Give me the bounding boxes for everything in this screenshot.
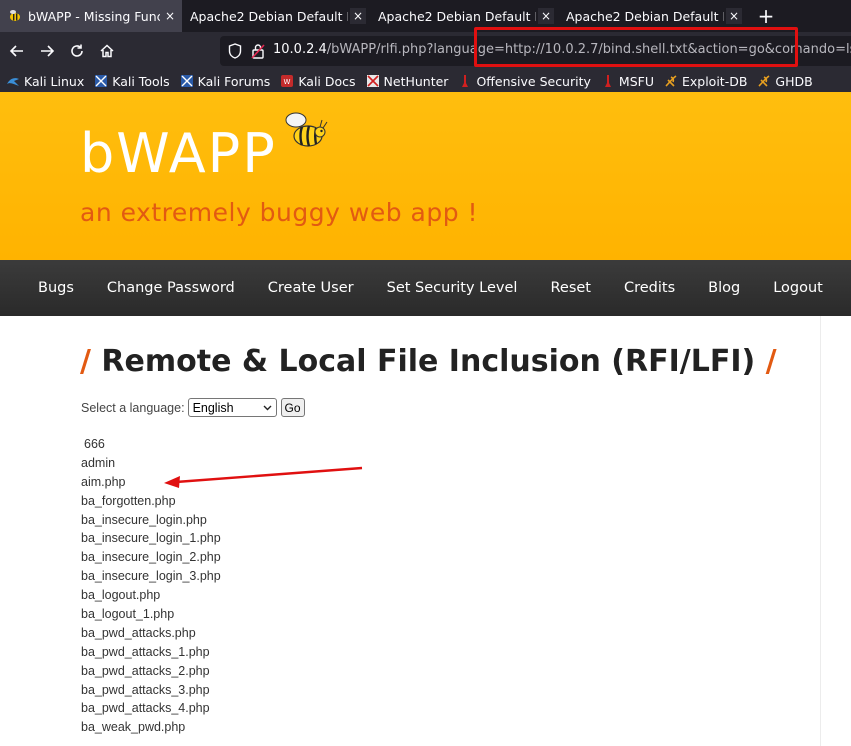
language-selected: English bbox=[192, 400, 234, 415]
language-form: Select a language: English Go bbox=[81, 398, 305, 417]
bookmark-label: Offensive Security bbox=[476, 73, 591, 89]
web-page: bWAPP an extremely buggy web app ! Bugs … bbox=[0, 92, 851, 746]
bookmark-ghdb[interactable]: GHDB bbox=[757, 73, 813, 89]
bookmark-kali-linux[interactable]: Kali Linux bbox=[6, 74, 84, 89]
menu-bugs[interactable]: Bugs bbox=[38, 280, 74, 296]
reload-button[interactable] bbox=[66, 40, 88, 62]
bookmark-exploit-db[interactable]: Exploit-DB bbox=[664, 74, 747, 89]
bookmark-label: Kali Linux bbox=[24, 73, 85, 89]
url-host: 10.0.2.4 bbox=[273, 42, 327, 57]
bookmark-label: Kali Forums bbox=[197, 73, 271, 89]
list-item: ba_pwd_attacks_4.php bbox=[81, 701, 210, 716]
bee-favicon-icon bbox=[10, 10, 20, 21]
close-tab-icon[interactable]: × bbox=[350, 8, 366, 24]
language-select[interactable]: English bbox=[187, 398, 277, 417]
menu-blog[interactable]: Blog bbox=[708, 280, 740, 296]
tab-label: bWAPP - Missing Function bbox=[28, 8, 160, 24]
page-title: / Remote & Local File Inclusion (RFI/LFI… bbox=[80, 344, 777, 379]
close-tab-icon[interactable]: × bbox=[538, 8, 554, 24]
list-item: ba_logout_1.php bbox=[81, 607, 175, 622]
kali-forums-icon bbox=[180, 75, 193, 87]
arrow-left-icon bbox=[9, 45, 23, 57]
list-item: 666 bbox=[84, 437, 105, 451]
site-header: bWAPP an extremely buggy web app ! bbox=[0, 92, 851, 260]
bee-icon bbox=[285, 112, 328, 147]
list-item: ba_insecure_login_1.php bbox=[81, 531, 221, 546]
main-content: / Remote & Local File Inclusion (RFI/LFI… bbox=[0, 316, 851, 746]
list-item: ba_pwd_attacks_1.php bbox=[81, 644, 210, 659]
title-slash: / bbox=[80, 344, 91, 379]
title-slash: / bbox=[765, 344, 777, 379]
list-item: ba_pwd_attacks_3.php bbox=[81, 682, 210, 697]
annotation-arrow bbox=[164, 466, 363, 488]
bookmark-msfu[interactable]: MSFU bbox=[601, 74, 654, 89]
ghdb-icon bbox=[758, 75, 770, 87]
language-label: Select a language: bbox=[81, 400, 185, 415]
tab-apache-1[interactable]: Apache2 Debian Default Page × bbox=[182, 0, 370, 32]
site-logo[interactable]: bWAPP bbox=[80, 122, 277, 185]
tab-label: Apache2 Debian Default Page bbox=[566, 8, 724, 24]
list-item: ba_pwd_attacks_2.php bbox=[81, 663, 210, 678]
list-item: ba_insecure_login_3.php bbox=[81, 569, 221, 584]
home-button[interactable] bbox=[96, 40, 118, 62]
list-item: ba_pwd_attacks.php bbox=[81, 625, 196, 640]
annotation-highlight-box bbox=[474, 27, 798, 67]
bookmark-kali-docs[interactable]: W Kali Docs bbox=[280, 73, 356, 89]
chevron-down-icon bbox=[263, 405, 272, 410]
bookmark-nethunter[interactable]: NetHunter bbox=[366, 73, 449, 89]
bookmark-label: NetHunter bbox=[383, 73, 449, 89]
list-item: ba_logout.php bbox=[81, 588, 161, 603]
kali-docs-icon: W bbox=[281, 75, 294, 87]
reload-icon bbox=[71, 44, 83, 57]
bookmarks-toolbar: Kali Linux Kali Tools Kali Forums W Kali… bbox=[0, 70, 851, 92]
page-title-text: Remote & Local File Inclusion (RFI/LFI) bbox=[101, 344, 756, 379]
msfu-icon bbox=[604, 75, 611, 87]
offsec-icon bbox=[462, 75, 469, 87]
tab-label: Apache2 Debian Default Page bbox=[378, 8, 536, 24]
site-tagline: an extremely buggy web app ! bbox=[80, 198, 479, 227]
kali-icon bbox=[7, 78, 19, 86]
bookmark-kali-tools[interactable]: Kali Tools bbox=[94, 73, 170, 89]
menu-logout[interactable]: Logout bbox=[773, 280, 823, 296]
svg-text:W: W bbox=[284, 78, 291, 86]
home-icon bbox=[100, 44, 114, 58]
bookmark-label: Kali Tools bbox=[112, 73, 170, 89]
forward-button[interactable] bbox=[36, 40, 58, 62]
bookmark-label: Kali Docs bbox=[298, 73, 356, 89]
arrow-right-icon bbox=[41, 45, 55, 57]
menu-credits[interactable]: Credits bbox=[624, 280, 675, 296]
menu-create-user[interactable]: Create User bbox=[268, 280, 354, 296]
list-item: ba_insecure_login_2.php bbox=[81, 550, 221, 565]
content-edge bbox=[820, 316, 851, 746]
close-tab-icon[interactable]: × bbox=[162, 8, 178, 24]
insecure-lock-icon[interactable] bbox=[251, 43, 265, 59]
main-menu: Bugs Change Password Create User Set Sec… bbox=[0, 260, 851, 316]
go-button[interactable]: Go bbox=[280, 398, 305, 417]
shield-icon[interactable] bbox=[228, 43, 242, 59]
exploitdb-icon bbox=[665, 75, 677, 87]
list-item: ba_insecure_login.php bbox=[81, 512, 207, 527]
list-item: ba_weak_pwd.php bbox=[81, 720, 186, 735]
bookmark-label: MSFU bbox=[618, 73, 654, 89]
menu-change-password[interactable]: Change Password bbox=[107, 280, 235, 296]
bookmark-label: GHDB bbox=[775, 73, 813, 89]
tab-bwapp[interactable]: bWAPP - Missing Function × bbox=[0, 0, 182, 32]
menu-set-security-level[interactable]: Set Security Level bbox=[387, 280, 518, 296]
bookmark-kali-forums[interactable]: Kali Forums bbox=[180, 73, 271, 89]
menu-reset[interactable]: Reset bbox=[550, 280, 591, 296]
list-item: ba_forgotten.php bbox=[81, 493, 176, 508]
bookmark-label: Exploit-DB bbox=[681, 73, 748, 89]
tab-label: Apache2 Debian Default Page bbox=[190, 8, 348, 24]
nethunter-icon bbox=[366, 75, 379, 87]
back-button[interactable] bbox=[6, 40, 28, 62]
bookmark-offensive-security[interactable]: Offensive Security bbox=[458, 73, 591, 89]
close-tab-icon[interactable]: × bbox=[726, 8, 742, 24]
kali-tools-icon bbox=[95, 75, 108, 87]
